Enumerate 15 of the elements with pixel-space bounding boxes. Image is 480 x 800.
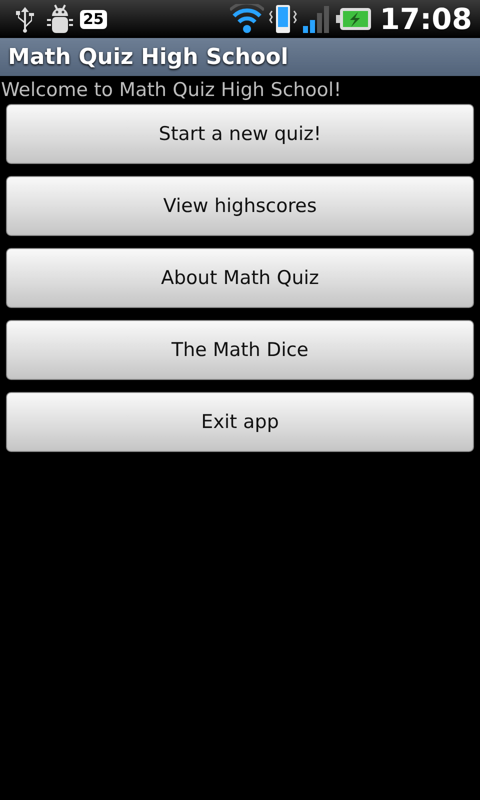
usb-icon	[14, 5, 36, 33]
bug-icon	[44, 3, 76, 35]
wifi-icon	[230, 4, 264, 34]
phone-vibrate-icon	[268, 3, 298, 35]
menu-button[interactable]: Exit app	[6, 392, 474, 452]
menu-button[interactable]: About Math Quiz	[6, 248, 474, 308]
welcome-text: Welcome to Math Quiz High School!	[0, 78, 342, 103]
menu-button[interactable]: Start a new quiz!	[6, 104, 474, 164]
menu-button[interactable]: View highscores	[6, 176, 474, 236]
notification-count: 25	[80, 10, 107, 28]
app-title: Math Quiz High School	[8, 44, 288, 72]
battery-charging-icon	[336, 7, 372, 31]
signal-icon	[302, 4, 332, 34]
clock-time: 17:08	[380, 4, 472, 34]
menu-button[interactable]: The Math Dice	[6, 320, 474, 380]
